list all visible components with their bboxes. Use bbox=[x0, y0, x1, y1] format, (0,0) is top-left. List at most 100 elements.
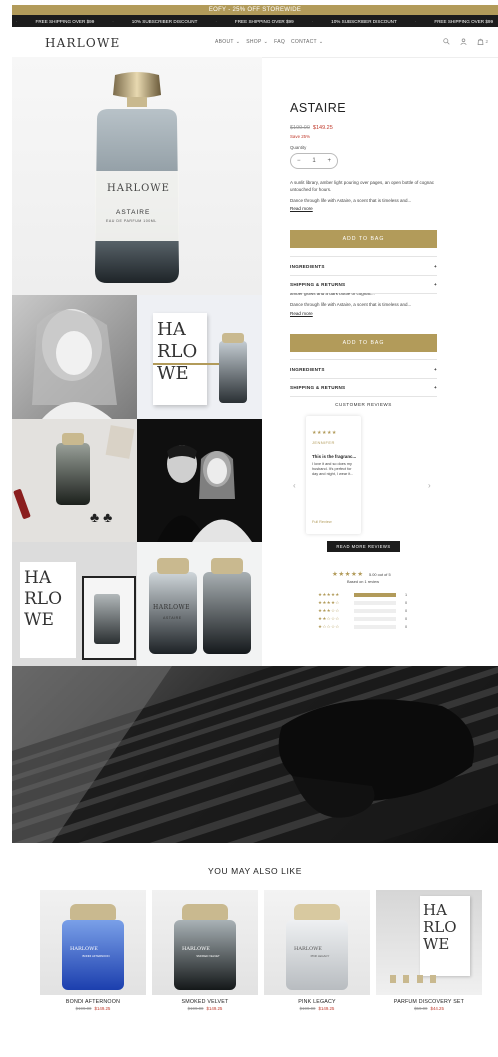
chevron-down-icon: ⌄ bbox=[318, 39, 324, 45]
sticky-accordion-ingredients[interactable]: INGREDIENTS + bbox=[290, 359, 437, 379]
gallery-image-box[interactable]: HA RLO WE bbox=[137, 295, 262, 419]
announcement-marquee: · FREE SHIPPING OVER $99 · 10% SUBSCRIBE… bbox=[12, 15, 498, 27]
gallery-image-bottles[interactable]: HARLOWE ASTAIRE bbox=[137, 542, 262, 666]
read-more-reviews-button[interactable]: READ MORE REVIEWS bbox=[327, 541, 400, 552]
histogram-count: 0 bbox=[405, 617, 408, 621]
site-header: HARLOWE ABOUT ⌄ SHOP ⌄ FAQ CONTACT ⌄ 2 bbox=[12, 27, 498, 58]
save-badge: Save 25% bbox=[290, 134, 311, 139]
plus-icon: + bbox=[434, 366, 437, 372]
product-card-name[interactable]: PINK LEGACY bbox=[264, 999, 370, 1005]
increase-button[interactable]: + bbox=[327, 158, 331, 164]
product-card-name[interactable]: PARFUM DISCOVERY SET bbox=[376, 999, 482, 1005]
bottle-back-image bbox=[203, 572, 251, 654]
nav-item-contact[interactable]: CONTACT ⌄ bbox=[291, 39, 323, 45]
sticky-description-2: Dance through life with Astaire, a scent… bbox=[290, 302, 412, 307]
histogram-bar bbox=[354, 592, 396, 598]
read-more-link[interactable]: Read more bbox=[290, 206, 313, 211]
product-card-price: $59.00 $44.25 bbox=[414, 1006, 444, 1011]
search-icon[interactable] bbox=[443, 38, 451, 45]
histogram-row[interactable]: ★★★★☆ 0 bbox=[318, 600, 407, 606]
chevron-down-icon: ⌄ bbox=[263, 39, 269, 45]
gallery-image-flatlay[interactable]: ♣ ♣ bbox=[12, 419, 137, 542]
histogram-row[interactable]: ★☆☆☆☆ 0 bbox=[318, 624, 407, 630]
full-review-link[interactable]: Full Review bbox=[312, 520, 332, 524]
decrease-button[interactable]: − bbox=[297, 158, 301, 164]
promo-bar[interactable]: EOFY - 25% OFF STOREWIDE bbox=[12, 5, 498, 15]
add-to-bag-button[interactable]: ADD TO BAG bbox=[290, 230, 437, 248]
histogram-fill bbox=[354, 592, 396, 598]
histogram-row[interactable]: ★★★☆☆ 0 bbox=[318, 608, 407, 614]
gift-box-image: HA RLO WE bbox=[20, 562, 76, 658]
piano-banner-image bbox=[12, 666, 498, 843]
sticky-add-to-bag-button[interactable]: ADD TO BAG bbox=[290, 334, 437, 352]
box-image: HA RLO WE bbox=[153, 313, 223, 405]
quantity-stepper: − 1 + bbox=[290, 153, 338, 169]
model-portrait-image bbox=[32, 309, 117, 419]
nav-item-about[interactable]: ABOUT ⌄ bbox=[215, 39, 240, 45]
histogram-row[interactable]: ★★☆☆☆ 0 bbox=[318, 616, 407, 622]
nav-item-shop[interactable]: SHOP ⌄ bbox=[246, 39, 268, 45]
account-icon[interactable] bbox=[460, 38, 468, 45]
product-card[interactable]: HARLOWE PINK LEGACY PINK LEGACY $199.00 $… bbox=[264, 890, 370, 1011]
cart-icon[interactable]: 2 bbox=[477, 38, 488, 45]
product-card-price: $199.00 $149.25 bbox=[187, 1006, 223, 1011]
histogram-count: 1 bbox=[405, 593, 408, 597]
accordion-shipping[interactable]: SHIPPING & RETURNS + bbox=[290, 275, 437, 294]
cards-image: ♣ ♣ bbox=[90, 509, 113, 525]
carousel-prev-button[interactable]: ‹ bbox=[293, 481, 296, 490]
promo-text: EOFY - 25% OFF STOREWIDE bbox=[208, 7, 302, 13]
giftbox-bottle-image bbox=[94, 594, 120, 644]
rating-summary-text: 5.00 out of 5 bbox=[369, 572, 391, 577]
histogram-count: 0 bbox=[405, 625, 408, 629]
review-card: ★★★★★ JENNIFER This is the fragranc... I… bbox=[306, 416, 361, 534]
review-stars: ★★★★★ bbox=[312, 430, 337, 436]
cart-count: 2 bbox=[485, 39, 488, 44]
histogram-bar bbox=[354, 624, 396, 630]
marquee-item: FREE SHIPPING OVER $99 bbox=[234, 18, 294, 24]
sticky-accordion-shipping[interactable]: SHIPPING & RETURNS + bbox=[290, 378, 437, 397]
bottle-product-name: ASTAIRE bbox=[116, 209, 151, 216]
small-bottle-image bbox=[219, 341, 247, 403]
piano-keys-image bbox=[12, 666, 498, 843]
quantity-label: Quantity bbox=[290, 145, 307, 150]
plus-icon: + bbox=[434, 384, 437, 390]
product-title: ASTAIRE bbox=[290, 101, 347, 115]
gallery-image-model[interactable] bbox=[12, 295, 137, 419]
rating-summary-stars: ★★★★★ bbox=[332, 571, 364, 578]
perfume-bottle-image bbox=[95, 72, 179, 283]
sticky-read-more-link[interactable]: Read more bbox=[290, 311, 313, 316]
review-title: This is the fragranc... bbox=[312, 454, 357, 459]
histogram-bar bbox=[354, 600, 396, 606]
accordion-ingredients[interactable]: INGREDIENTS + bbox=[290, 256, 437, 276]
quantity-value[interactable]: 1 bbox=[312, 158, 315, 164]
product-hero-image[interactable]: HARLOWE ASTAIRE EAU DE PARFUM 100ML bbox=[12, 57, 262, 295]
histogram-stars: ★★★★★ bbox=[318, 592, 340, 597]
product-card-image: HARLOWE SMOKED VELVET bbox=[152, 890, 258, 995]
site-logo[interactable]: HARLOWE bbox=[45, 36, 120, 50]
product-card[interactable]: HARLOWE SMOKED VELVET SMOKED VELVET $199… bbox=[152, 890, 258, 1011]
gallery-image-couple[interactable] bbox=[137, 419, 262, 542]
nav-item-faq[interactable]: FAQ bbox=[274, 39, 285, 45]
histogram-count: 0 bbox=[405, 609, 408, 613]
histogram-bar bbox=[354, 608, 396, 614]
plus-icon: + bbox=[434, 281, 437, 287]
bottle-front-image bbox=[149, 572, 197, 654]
histogram-row[interactable]: ★★★★★ 1 bbox=[318, 592, 407, 598]
product-description-2: Dance through life with Astaire, a scent… bbox=[290, 198, 412, 203]
product-card-price: $199.00 $149.25 bbox=[75, 1006, 111, 1011]
review-author: JENNIFER bbox=[312, 440, 335, 445]
product-card-image: HA RLO WE bbox=[376, 890, 482, 995]
product-card[interactable]: HARLOWE BONDI AFTERNOON BONDI AFTERNOON … bbox=[40, 890, 146, 1011]
carousel-next-button[interactable]: › bbox=[428, 481, 431, 490]
histogram-stars: ★★★★☆ bbox=[318, 600, 340, 605]
flatlay-bottle-image bbox=[56, 443, 90, 505]
product-card-name[interactable]: SMOKED VELVET bbox=[152, 999, 258, 1005]
product-card-name[interactable]: BONDI AFTERNOON bbox=[40, 999, 146, 1005]
histogram-count: 0 bbox=[405, 601, 408, 605]
marquee-item: 10% SUBSCRIBER DISCOUNT bbox=[131, 18, 198, 24]
lipstick-image bbox=[13, 488, 31, 520]
marquee-item: 10% SUBSCRIBER DISCOUNT bbox=[331, 18, 397, 24]
price-original: $199.00 bbox=[290, 125, 310, 131]
gallery-image-giftbox[interactable]: HA RLO WE bbox=[12, 542, 137, 666]
product-card[interactable]: HA RLO WE PARFUM DISCOVERY SET $59.00 $44… bbox=[376, 890, 482, 1011]
